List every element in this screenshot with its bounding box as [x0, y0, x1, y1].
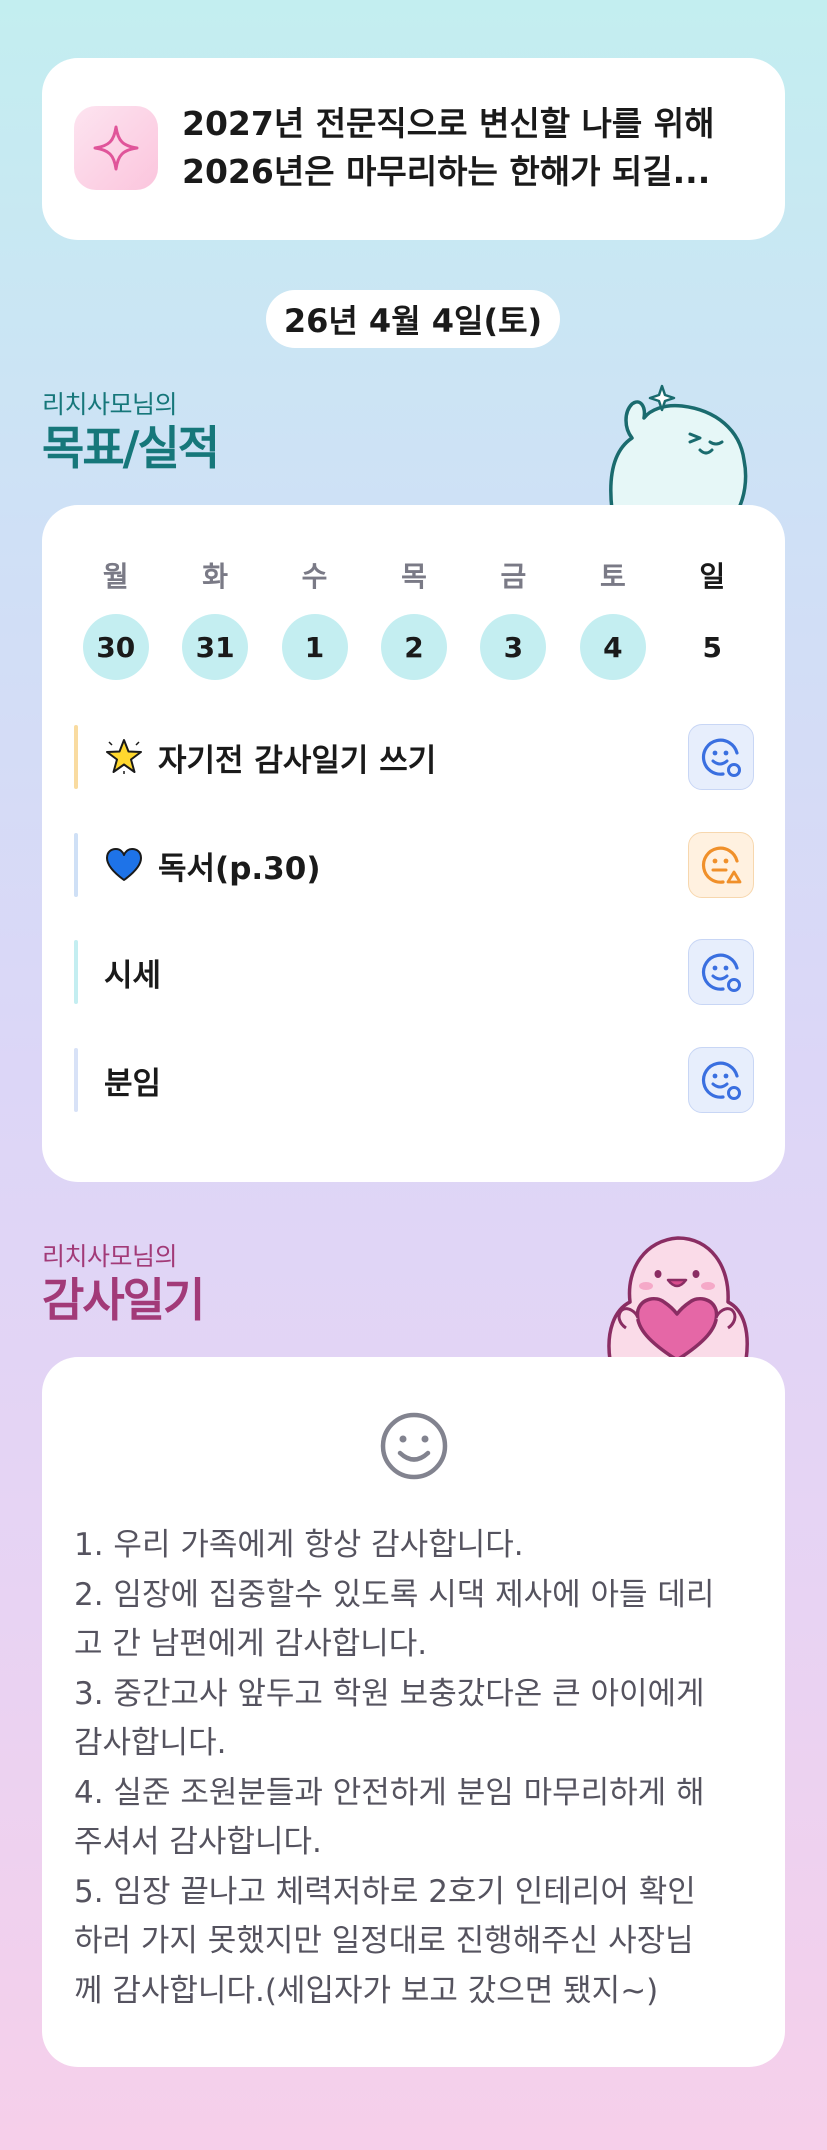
day-fri[interactable]: 3	[480, 614, 547, 680]
goals-section-title: 목표/실적	[42, 421, 220, 475]
neutral-warning-icon[interactable]	[688, 832, 754, 898]
goal-text: 2027년 전문직으로 변신할 나를 위해 2026년은 마무리하는 한해가 되…	[182, 100, 752, 196]
diary-card: 1. 우리 가족에게 항상 감사합니다. 2. 임장에 집중할수 있도록 시댁 …	[42, 1357, 785, 2067]
task-label: 분임	[104, 1065, 162, 1102]
smile-icon[interactable]	[379, 1411, 449, 1481]
weekday-fri: 금	[500, 560, 527, 593]
diary-text: 1. 우리 가족에게 항상 감사합니다. 2. 임장에 집중할수 있도록 시댁 …	[74, 1521, 754, 2016]
goal-line-2: 2026년은 마무리하는 한해가 되길...	[182, 152, 711, 191]
weekday-thu: 목	[401, 560, 427, 593]
pink-heart-mascot	[607, 1236, 749, 1360]
diary-section-title: 감사일기	[42, 1273, 205, 1327]
task-item[interactable]: 분임	[74, 1046, 754, 1114]
smile-check-icon[interactable]	[688, 939, 754, 1005]
day-tue[interactable]: 31	[182, 614, 249, 680]
diary-line: 2. 임장에 집중할수 있도록 시댁 제사에 아들 데리	[74, 1576, 715, 1613]
task-accent-bar	[74, 725, 78, 789]
day-mon[interactable]: 30	[82, 614, 149, 680]
day-sun[interactable]: 5	[679, 614, 745, 680]
weekday-sun: 일	[699, 560, 726, 593]
diary-line: 주셔서 감사합니다.	[74, 1824, 322, 1860]
task-item[interactable]: 자기전 감사일기 쓰기	[74, 723, 754, 791]
task-label: 독서(p.30)	[158, 850, 321, 887]
diary-line: 감사합니다.	[74, 1725, 227, 1761]
teal-ghost-mascot	[609, 384, 748, 510]
diary-line: 고 간 남편에게 감사합니다.	[74, 1626, 428, 1662]
task-accent-bar	[74, 833, 78, 897]
diary-line: 4. 실준 조원분들과 안전하게 분임 마무리하게 해	[74, 1774, 705, 1811]
weekday-mon: 월	[102, 560, 129, 593]
weekday-wed: 수	[301, 560, 328, 593]
day-sat[interactable]: 4	[579, 614, 646, 680]
star-icon	[104, 737, 144, 777]
smile-check-icon[interactable]	[688, 1047, 754, 1113]
diary-line: 5. 임장 끝나고 체력저하로 2호기 인테리어 확인	[74, 1873, 696, 1910]
task-accent-bar	[74, 1048, 78, 1112]
task-accent-bar	[74, 940, 78, 1004]
weekday-sat: 토	[599, 560, 626, 593]
smile-check-icon[interactable]	[688, 724, 754, 790]
diary-line: 1. 우리 가족에게 항상 감사합니다.	[74, 1527, 524, 1563]
diary-line: 3. 중간고사 앞두고 학원 보충갔다온 큰 아이에게	[74, 1675, 705, 1712]
goal-card[interactable]: 2027년 전문직으로 변신할 나를 위해 2026년은 마무리하는 한해가 되…	[42, 58, 785, 240]
goal-line-1: 2027년 전문직으로 변신할 나를 위해	[182, 104, 715, 143]
task-label: 시세	[104, 957, 162, 994]
diary-line: 하러 가지 못했지만 일정대로 진행해주신 사장님	[74, 1923, 694, 1959]
task-item[interactable]: 독서(p.30)	[74, 831, 754, 899]
weekday-tue: 화	[202, 560, 229, 593]
date-pill[interactable]: 26년 4월 4일(토)	[266, 290, 560, 348]
goals-card: 월 화 수 목 금 토 일 30 31 1 2 3 4 5 자기전 감사일기 쓰…	[42, 505, 785, 1182]
weekday-row: 월 화 수 목 금 토 일	[66, 553, 762, 597]
sparkle-icon	[74, 106, 158, 190]
diary-line: 께 감사합니다.(세입자가 보고 갔으면 됐지~)	[74, 1972, 659, 2009]
task-item[interactable]: 시세	[74, 938, 754, 1006]
task-label: 자기전 감사일기 쓰기	[158, 742, 437, 779]
day-row: 30 31 1 2 3 4 5	[66, 613, 762, 681]
day-thu[interactable]: 2	[380, 614, 447, 680]
day-wed[interactable]: 1	[281, 614, 348, 680]
heart-icon	[104, 845, 144, 885]
